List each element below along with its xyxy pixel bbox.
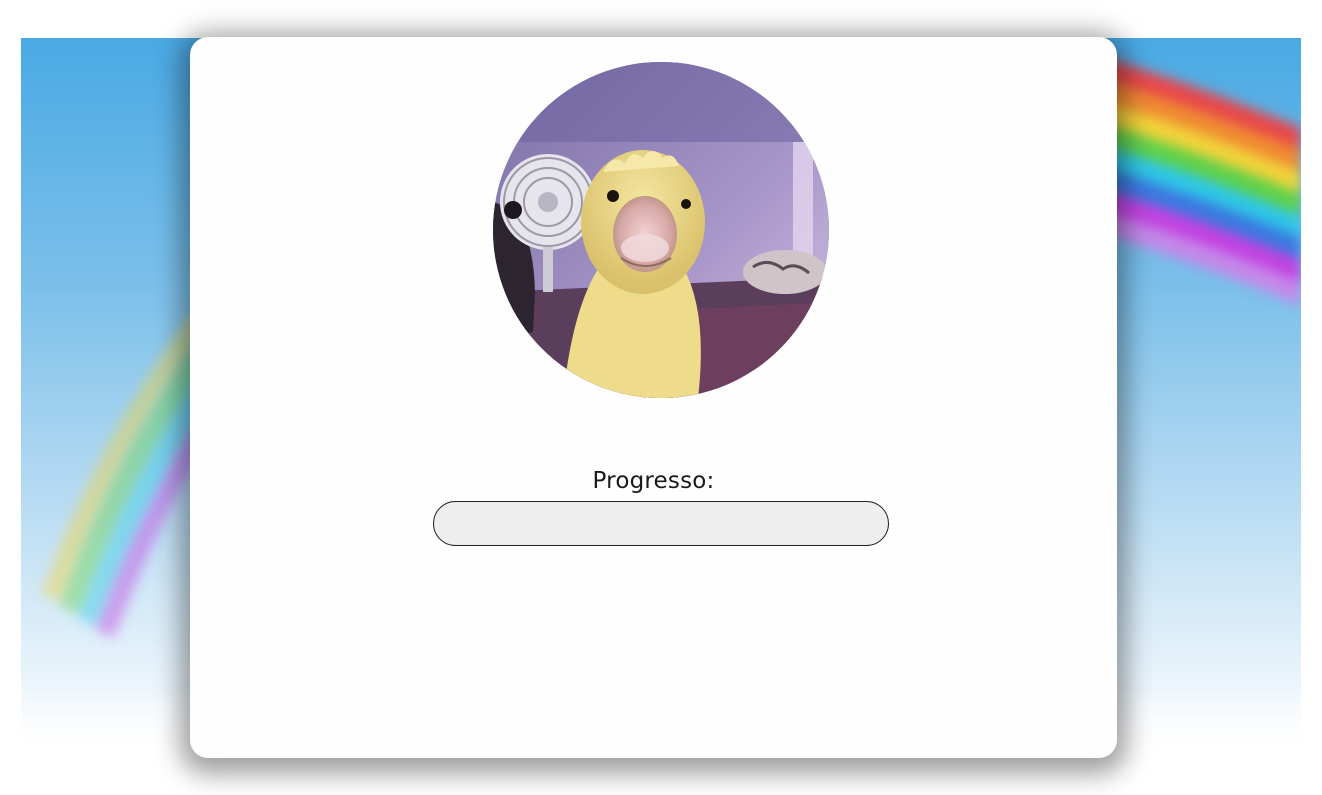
page: Progresso: <box>0 0 1322 795</box>
main-card: Progresso: <box>190 37 1117 758</box>
duckling-avatar-image <box>493 62 829 398</box>
duckling-icon <box>493 62 829 398</box>
progress-label: Progresso: <box>592 468 715 494</box>
progress-bar <box>433 501 889 546</box>
